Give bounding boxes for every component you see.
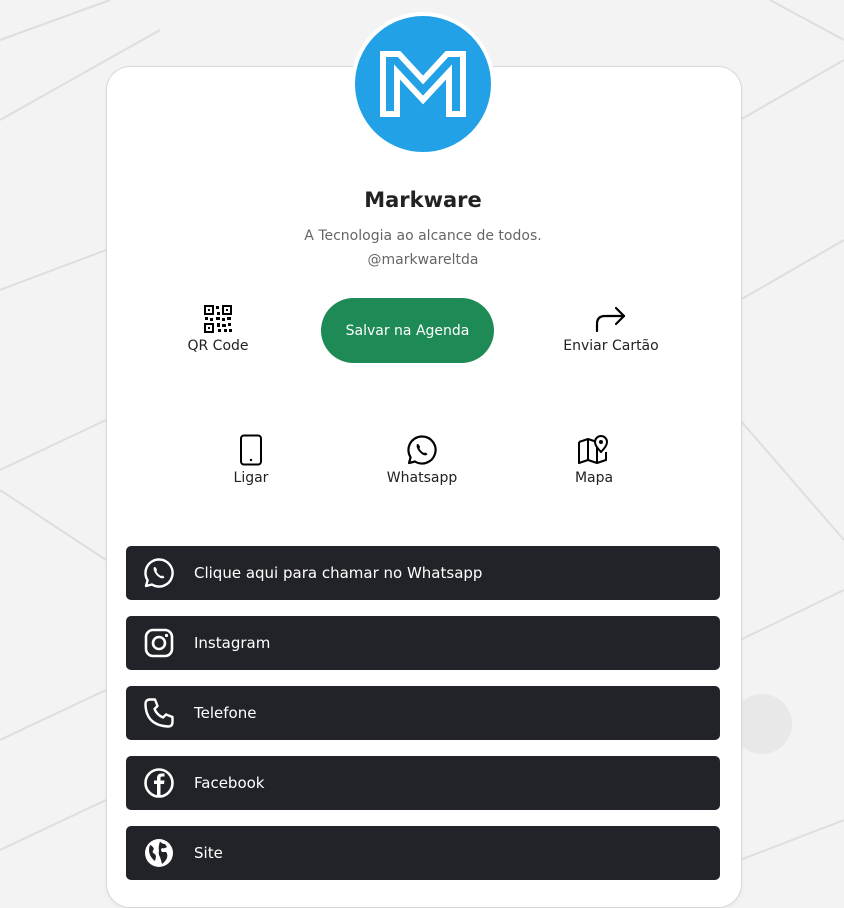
whatsapp-link-label: Clique aqui para chamar no Whatsapp bbox=[194, 564, 483, 582]
call-button[interactable]: Ligar bbox=[181, 434, 321, 486]
site-link-label: Site bbox=[194, 844, 223, 862]
call-label: Ligar bbox=[233, 470, 269, 486]
profile-name: Markware bbox=[364, 188, 482, 212]
profile-tagline: A Tecnologia ao alcance de todos. bbox=[304, 228, 542, 244]
markware-logo-icon bbox=[380, 51, 466, 117]
globe-icon bbox=[142, 836, 176, 870]
facebook-link-button[interactable]: Facebook bbox=[126, 756, 720, 810]
instagram-link-button[interactable]: Instagram bbox=[126, 616, 720, 670]
phone-icon bbox=[142, 696, 176, 730]
whatsapp-icon bbox=[142, 556, 176, 590]
site-link-button[interactable]: Site bbox=[126, 826, 720, 880]
map-label: Mapa bbox=[574, 470, 614, 486]
qr-code-icon bbox=[204, 305, 232, 333]
facebook-icon bbox=[142, 766, 176, 800]
whatsapp-label: Whatsapp bbox=[386, 470, 458, 486]
qr-code-label: QR Code bbox=[187, 338, 249, 354]
save-contact-button[interactable]: Salvar na Agenda bbox=[321, 298, 494, 363]
share-arrow-icon bbox=[595, 306, 626, 333]
instagram-link-label: Instagram bbox=[194, 634, 271, 652]
whatsapp-icon bbox=[407, 435, 437, 465]
facebook-link-label: Facebook bbox=[194, 774, 265, 792]
phone-link-label: Telefone bbox=[194, 704, 257, 722]
mobile-phone-icon bbox=[240, 434, 262, 466]
map-icon bbox=[578, 434, 609, 464]
share-card-label: Enviar Cartão bbox=[563, 338, 659, 354]
company-logo bbox=[351, 12, 495, 156]
whatsapp-button[interactable]: Whatsapp bbox=[352, 434, 492, 486]
profile-handle: @markwareltda bbox=[367, 252, 479, 268]
phone-link-button[interactable]: Telefone bbox=[126, 686, 720, 740]
map-button[interactable]: Mapa bbox=[524, 434, 664, 486]
instagram-icon bbox=[142, 626, 176, 660]
whatsapp-link-button[interactable]: Clique aqui para chamar no Whatsapp bbox=[126, 546, 720, 600]
share-card-button[interactable]: Enviar Cartão bbox=[541, 304, 681, 354]
qr-code-button[interactable]: QR Code bbox=[148, 304, 288, 354]
